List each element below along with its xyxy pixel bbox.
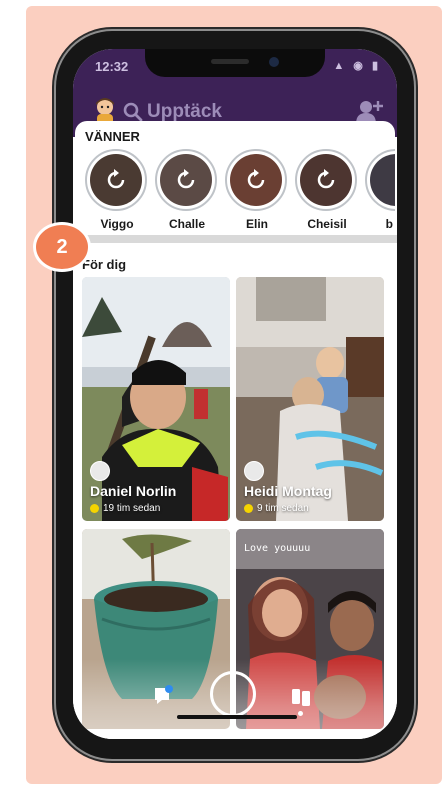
story-ring — [85, 149, 147, 211]
friends-title: VÄNNER — [85, 129, 140, 144]
story-ring — [365, 149, 395, 211]
bottom-navigation — [73, 659, 397, 739]
refresh-icon — [317, 169, 335, 189]
phone-screen: 12:32 ▲ ◉ ▮ Upptäck VÄNNER Viggo Challe … — [73, 49, 397, 739]
friend-name: Cheisil — [307, 217, 347, 231]
creator-name: Heidi Montag — [244, 483, 332, 499]
refresh-icon — [107, 169, 125, 189]
friend-avatar — [300, 154, 352, 206]
story-dot-icon — [90, 504, 99, 513]
friend-name: b — [385, 217, 393, 231]
discover-icon[interactable] — [291, 687, 311, 707]
status-icons: ▲ ◉ ▮ — [333, 60, 381, 72]
creator-avatar — [244, 461, 264, 481]
friend-avatar — [90, 154, 142, 206]
search-label[interactable]: Upptäck — [147, 101, 222, 123]
status-time: 12:32 — [95, 59, 129, 74]
story-ring — [295, 149, 357, 211]
speaker — [211, 59, 249, 64]
front-camera — [269, 57, 279, 67]
creator-name: Daniel Norlin — [90, 483, 177, 499]
story-ring — [155, 149, 217, 211]
step-number-badge: 2 — [33, 222, 91, 272]
friend-avatar — [160, 154, 212, 206]
friend-name: Elin — [245, 217, 268, 231]
story-dot-icon — [244, 504, 253, 513]
story-age-text: 9 tim sedan — [257, 503, 309, 514]
notch — [145, 49, 325, 77]
story-age-text: 19 tim sedan — [103, 503, 161, 514]
friend-avatar — [370, 154, 395, 206]
phone-frame: 12:32 ▲ ◉ ▮ Upptäck VÄNNER Viggo Challe … — [56, 31, 414, 759]
home-indicator[interactable] — [177, 715, 297, 719]
friend-avatar — [230, 154, 282, 206]
camera-capture-button[interactable] — [210, 671, 256, 717]
creator-avatar — [90, 461, 110, 481]
story-tile-heidi-montag[interactable]: Heidi Montag 9 tim sedan — [236, 277, 384, 521]
friend-story-viggo[interactable]: Viggo — [85, 149, 149, 231]
story-caption: Love youuuu — [244, 543, 311, 554]
friend-story-cheisil[interactable]: Cheisil — [295, 149, 359, 231]
chat-icon[interactable] — [153, 685, 173, 705]
friend-story-elin[interactable]: Elin — [225, 149, 289, 231]
refresh-icon — [247, 169, 265, 189]
status-bar: 12:32 ▲ ◉ ▮ — [73, 49, 397, 89]
active-tab-indicator — [298, 711, 303, 716]
search-icon[interactable] — [123, 102, 143, 122]
friend-name: Challe — [168, 217, 205, 231]
friends-section: VÄNNER Viggo Challe Elin Cheisil b — [75, 121, 395, 235]
story-ring — [225, 149, 287, 211]
friend-name: Viggo — [100, 217, 134, 231]
story-age: 9 tim sedan — [244, 503, 309, 514]
friend-story-partial[interactable]: b — [365, 149, 395, 231]
story-age: 19 tim sedan — [90, 503, 160, 514]
section-divider — [73, 235, 397, 243]
friend-story-challe[interactable]: Challe — [155, 149, 219, 231]
refresh-icon — [177, 169, 195, 189]
for-you-title: För dig — [82, 257, 127, 272]
story-tile-daniel-norlin[interactable]: Daniel Norlin 19 tim sedan — [82, 277, 230, 521]
